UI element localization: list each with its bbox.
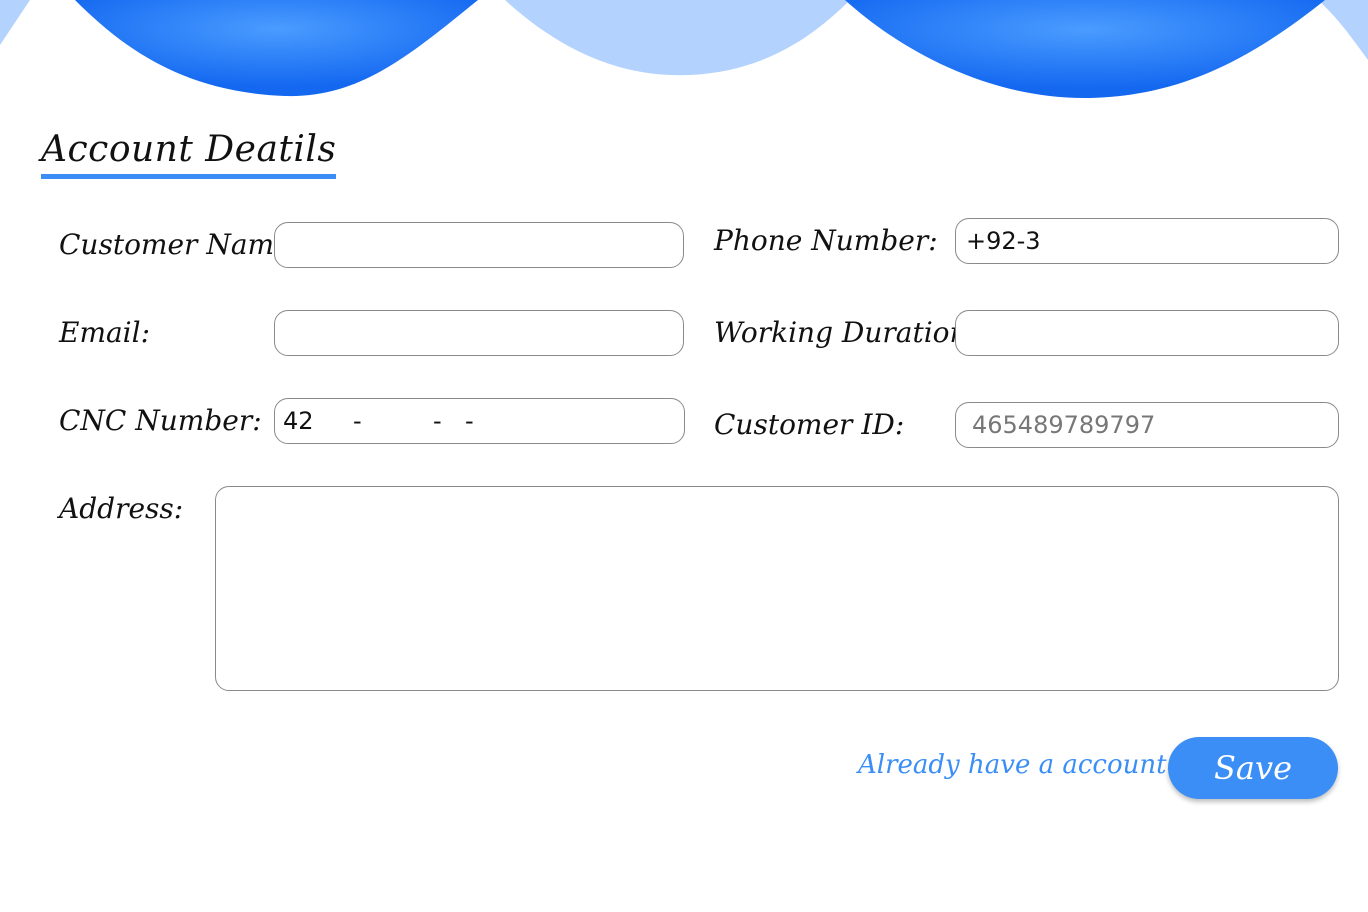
wave-light-right xyxy=(1318,0,1368,60)
customer-id-label: Customer ID: xyxy=(714,408,905,441)
cnc-separator-1: - xyxy=(353,407,362,435)
phone-number-input[interactable]: +92-3 xyxy=(955,218,1339,264)
email-input[interactable] xyxy=(274,310,684,356)
address-textarea[interactable] xyxy=(215,486,1339,691)
cnc-number-input[interactable]: 42 - - - xyxy=(274,398,685,444)
customer-id-input[interactable]: 465489789797 xyxy=(955,402,1339,448)
customer-name-label: Customer Name: xyxy=(59,228,301,261)
wave-light-middle xyxy=(505,0,850,76)
customer-name-input[interactable] xyxy=(274,222,684,268)
working-duration-label: Working Duration: xyxy=(714,316,977,349)
save-button[interactable]: Save xyxy=(1168,737,1338,799)
cnc-separator-2: - xyxy=(433,407,442,435)
address-label: Address: xyxy=(59,492,184,525)
wave-light-left xyxy=(0,0,30,45)
already-have-account-link[interactable]: Already have a account ! xyxy=(858,750,1185,780)
wave-dark-left xyxy=(75,0,478,97)
cnc-number-label: CNC Number: xyxy=(59,404,262,437)
email-label: Email: xyxy=(59,316,151,349)
cnc-part-1: 42 xyxy=(283,407,314,435)
wave-dark-right xyxy=(845,0,1325,99)
header-waves xyxy=(0,0,1368,99)
working-duration-input[interactable] xyxy=(955,310,1339,356)
cnc-separator-3: - xyxy=(465,407,474,435)
page-title: Account Deatils xyxy=(41,128,337,179)
phone-number-label: Phone Number: xyxy=(714,224,938,257)
